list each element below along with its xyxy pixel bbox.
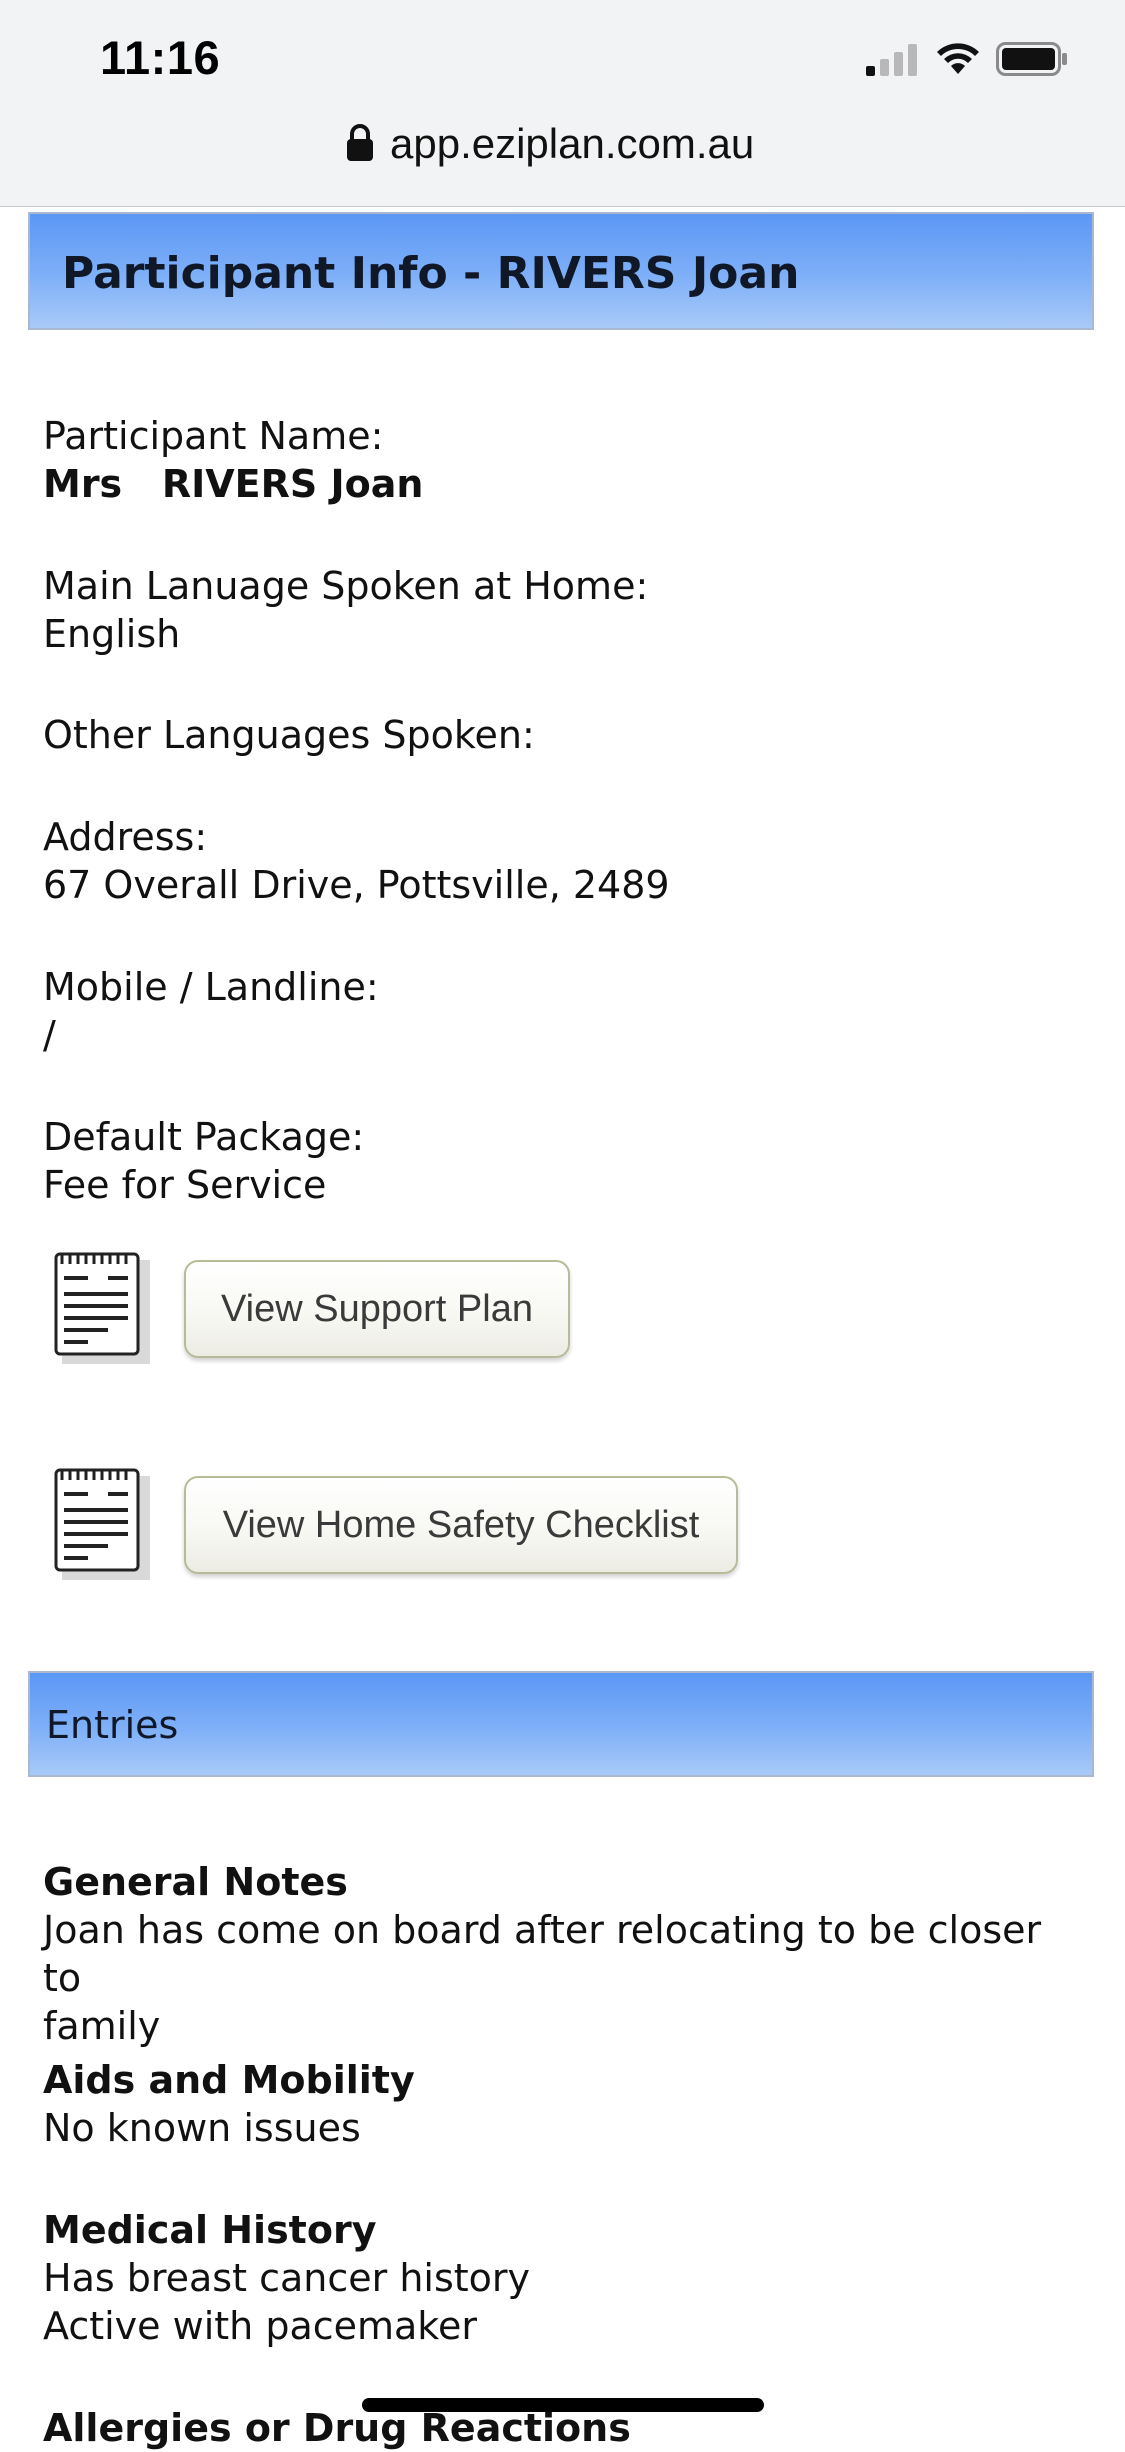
medical-history-text: Active with pacemaker bbox=[43, 2304, 477, 2348]
default-package-field: Default Package: Fee for Service bbox=[43, 1113, 364, 1209]
main-language-field: Main Lanuage Spoken at Home: English bbox=[43, 562, 648, 658]
entries-header: Entries bbox=[28, 1671, 1094, 1777]
status-time: 11:16 bbox=[100, 31, 221, 84]
medical-history-title: Medical History bbox=[43, 2208, 377, 2252]
default-package-value: Fee for Service bbox=[43, 1163, 327, 1207]
main-language-label: Main Lanuage Spoken at Home: bbox=[43, 564, 649, 608]
lock-icon bbox=[347, 124, 373, 161]
general-notes-title: General Notes bbox=[43, 1860, 348, 1904]
aids-mobility-title: Aids and Mobility bbox=[43, 2058, 415, 2102]
wifi-icon bbox=[937, 43, 979, 74]
participant-header: Participant Info - RIVERS Joan bbox=[28, 212, 1094, 330]
phone-label: Mobile / Landline: bbox=[43, 965, 379, 1009]
address-field: Address: 67 Overall Drive, Pottsville, 2… bbox=[43, 813, 670, 909]
aids-mobility-text: No known issues bbox=[43, 2106, 361, 2150]
general-notes-text: Joan has come on board after relocating … bbox=[43, 1908, 1042, 2000]
general-notes-entry: General Notes Joan has come on board aft… bbox=[43, 1858, 1083, 2050]
cellular-signal-icon bbox=[866, 44, 917, 76]
participant-name-label: Participant Name: bbox=[43, 414, 384, 458]
address-label: Address: bbox=[43, 815, 208, 859]
document-icon bbox=[54, 1468, 150, 1580]
battery-icon bbox=[996, 42, 1067, 76]
view-support-plan-button[interactable]: View Support Plan bbox=[184, 1260, 570, 1358]
phone-field: Mobile / Landline: / bbox=[43, 963, 379, 1059]
document-icon bbox=[54, 1252, 150, 1364]
general-notes-text: family bbox=[43, 2004, 161, 2048]
aids-mobility-entry: Aids and Mobility No known issues bbox=[43, 2056, 1083, 2152]
page-title: Participant Info - RIVERS Joan bbox=[62, 248, 800, 299]
other-languages-label: Other Languages Spoken: bbox=[43, 713, 535, 757]
default-package-label: Default Package: bbox=[43, 1115, 365, 1159]
phone-value: / bbox=[43, 1013, 56, 1057]
home-indicator[interactable] bbox=[362, 2398, 764, 2412]
other-languages-field: Other Languages Spoken: bbox=[43, 711, 535, 759]
main-language-value: English bbox=[43, 612, 181, 656]
browser-address-bar[interactable]: app.eziplan.com.au bbox=[0, 100, 1125, 207]
participant-name-value: Mrs RIVERS Joan bbox=[43, 462, 424, 506]
address-value: 67 Overall Drive, Pottsville, 2489 bbox=[43, 863, 670, 907]
medical-history-text: Has breast cancer history bbox=[43, 2256, 531, 2300]
participant-name-field: Participant Name: Mrs RIVERS Joan bbox=[43, 412, 423, 508]
medical-history-entry: Medical History Has breast cancer histor… bbox=[43, 2206, 1083, 2350]
entries-title: Entries bbox=[46, 1703, 179, 1747]
url-text[interactable]: app.eziplan.com.au bbox=[390, 120, 754, 168]
view-home-safety-checklist-button[interactable]: View Home Safety Checklist bbox=[184, 1476, 738, 1574]
